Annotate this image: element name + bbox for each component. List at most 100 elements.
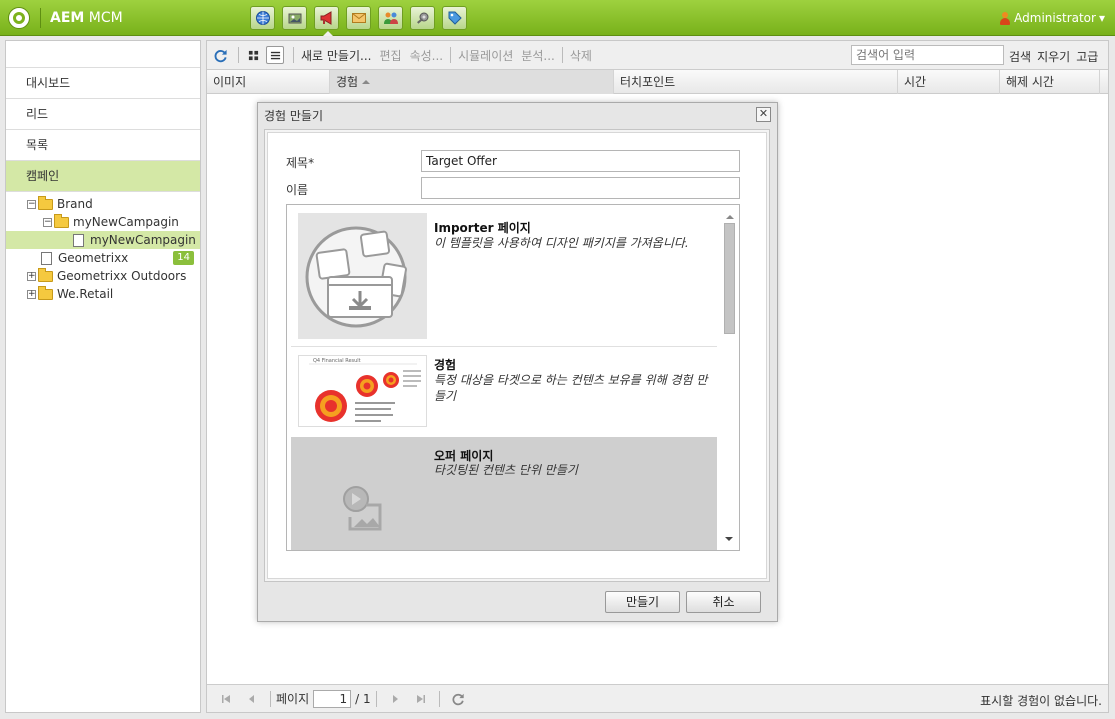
expand-toggle-icon[interactable]: + xyxy=(27,271,36,281)
tree-label: We.Retail xyxy=(57,287,114,301)
column-experience[interactable]: 경험 xyxy=(330,70,614,94)
tree-label: Brand xyxy=(57,197,93,211)
template-description: 이 템플릿을 사용하여 디자인 패키지를 가져옵니다. xyxy=(434,236,689,250)
column-label: 시간 xyxy=(904,75,927,89)
column-offtime[interactable]: 해제 시간 xyxy=(1000,70,1100,94)
top-bar: AEM MCM Administrator ▾ xyxy=(0,0,1115,36)
create-button[interactable]: 만들기 xyxy=(605,591,680,613)
delete-button[interactable]: 삭제 xyxy=(568,47,594,64)
scroll-thumb[interactable] xyxy=(724,223,735,334)
template-item-importer[interactable]: Importer 페이지 이 템플릿을 사용하여 디자인 패키지를 가져옵니다. xyxy=(291,209,717,346)
divider xyxy=(40,8,41,28)
sidebar-item-lists[interactable]: 목록 xyxy=(6,130,200,161)
user-menu[interactable]: Administrator ▾ xyxy=(999,11,1105,25)
template-description: 특정 대상을 타겟으로 하는 컨텐츠 보유를 위해 경험 만들기 xyxy=(434,373,708,403)
column-time[interactable]: 시간 xyxy=(898,70,1000,94)
close-icon[interactable]: ✕ xyxy=(756,107,771,122)
title-label: 제목* xyxy=(286,156,315,170)
cancel-button[interactable]: 취소 xyxy=(686,591,761,613)
offer-thumbnail-icon xyxy=(298,437,427,550)
search-input[interactable] xyxy=(851,45,1004,65)
globe-icon[interactable] xyxy=(250,6,275,30)
sort-asc-icon xyxy=(362,76,371,84)
column-touchpoint[interactable]: 터치포인트 xyxy=(614,70,898,94)
tools-icon[interactable] xyxy=(410,6,435,30)
folder-icon xyxy=(38,195,53,210)
tree-node-brand[interactable]: − Brand xyxy=(6,195,200,213)
column-label: 터치포인트 xyxy=(620,75,676,89)
grid-view-icon[interactable] xyxy=(244,46,262,64)
page-icon xyxy=(41,251,52,265)
divider xyxy=(293,47,294,63)
refresh-icon[interactable] xyxy=(451,692,465,706)
expand-toggle-icon[interactable]: + xyxy=(27,289,36,299)
users-icon[interactable] xyxy=(378,6,403,30)
tree-label: Geometrixx Outdoors xyxy=(57,269,187,283)
divider xyxy=(561,47,563,63)
scroll-up-icon[interactable] xyxy=(725,211,734,219)
properties-button[interactable]: 속성... xyxy=(408,47,446,64)
scroll-down-icon[interactable] xyxy=(725,537,733,545)
template-list-scrollbar[interactable] xyxy=(723,209,736,545)
campaign-icon[interactable] xyxy=(314,6,339,36)
prev-page-icon[interactable] xyxy=(245,692,259,706)
mail-icon[interactable] xyxy=(346,6,371,30)
template-description: 타깃팅된 컨텐츠 단위 만들기 xyxy=(434,463,578,477)
name-label: 이름 xyxy=(286,183,309,197)
dialog-title: 경험 만들기 xyxy=(264,109,324,123)
folder-icon xyxy=(38,285,53,300)
column-label: 경험 xyxy=(336,75,359,89)
gallery-icon[interactable] xyxy=(282,6,307,30)
last-page-icon[interactable] xyxy=(414,692,428,706)
collapse-toggle-icon[interactable]: − xyxy=(43,217,52,227)
first-page-icon[interactable] xyxy=(219,692,233,706)
chevron-down-icon: ▾ xyxy=(1098,11,1105,25)
template-title: 경험 xyxy=(434,358,457,372)
template-item-experience[interactable]: Q4 Financial Result 경험 특정 대상을 타겟으로 하는 컨텐… xyxy=(291,346,717,436)
search-actions: 검색 지우기 고급 xyxy=(1009,48,1098,65)
template-title: Importer 페이지 xyxy=(434,221,531,235)
divider xyxy=(438,690,440,707)
collapse-toggle-icon[interactable]: − xyxy=(27,199,36,209)
sidebar-header xyxy=(6,41,200,68)
sidebar-item-campaigns[interactable]: 캠페인 xyxy=(6,161,200,192)
tree-label: myNewCampagin xyxy=(73,215,179,229)
aem-logo-icon[interactable] xyxy=(8,7,30,29)
name-field[interactable] xyxy=(421,177,740,199)
refresh-icon[interactable] xyxy=(211,46,229,64)
next-page-icon[interactable] xyxy=(388,692,402,706)
grid-header: 이미지 경험 터치포인트 시간 해제 시간 xyxy=(207,70,1108,94)
tree-node-geometrixx-outdoors[interactable]: + Geometrixx Outdoors xyxy=(6,267,200,285)
clear-button[interactable]: 지우기 xyxy=(1037,48,1070,65)
column-label: 해제 시간 xyxy=(1006,75,1054,89)
tree-node-mynewcampagin-folder[interactable]: − myNewCampagin xyxy=(6,213,200,231)
sidebar-item-leads[interactable]: 리드 xyxy=(6,99,200,130)
analyze-button[interactable]: 분석... xyxy=(519,47,557,64)
tree-node-mynewcampagin-page[interactable]: myNewCampagin xyxy=(6,231,200,249)
edit-button[interactable]: 편집 xyxy=(377,47,403,64)
sidebar-item-dashboard[interactable]: 대시보드 xyxy=(6,68,200,99)
folder-icon xyxy=(38,267,53,282)
template-item-offer-page[interactable]: 오퍼 페이지 타깃팅된 컨텐츠 단위 만들기 xyxy=(291,437,717,550)
list-view-icon[interactable] xyxy=(266,46,284,64)
simulate-button[interactable]: 시뮬레이션 xyxy=(456,47,515,64)
create-experience-dialog: 경험 만들기 ✕ 제목* Target Offer 이름 Importer 페이… xyxy=(257,102,778,622)
dialog-body: 제목* Target Offer 이름 Importer 페이지 이 템플릿을 … xyxy=(264,129,770,582)
title-field[interactable]: Target Offer xyxy=(421,150,740,172)
tree-node-we-retail[interactable]: + We.Retail xyxy=(6,285,200,303)
tag-icon[interactable] xyxy=(442,6,467,30)
experience-thumbnail-icon: Q4 Financial Result xyxy=(298,355,427,427)
template-list: Importer 페이지 이 템플릿을 사용하여 디자인 패키지를 가져옵니다.… xyxy=(286,204,740,551)
advanced-button[interactable]: 고급 xyxy=(1076,48,1098,65)
page-total: / 1 xyxy=(355,691,371,706)
new-button[interactable]: 새로 만들기... xyxy=(299,47,373,64)
tree-label: myNewCampagin xyxy=(90,233,196,247)
column-image[interactable]: 이미지 xyxy=(207,70,330,94)
page-number-input[interactable]: 1 xyxy=(313,689,352,708)
divider xyxy=(270,690,271,707)
pagination-bar: 페이지 1 / 1 표시할 경험이 없습니다. xyxy=(207,684,1108,712)
tree-node-geometrixx[interactable]: Geometrixx 14 xyxy=(6,249,200,267)
console-nav xyxy=(250,6,467,36)
status-text: 표시할 경험이 없습니다. xyxy=(980,694,1102,708)
search-button[interactable]: 검색 xyxy=(1009,48,1031,65)
